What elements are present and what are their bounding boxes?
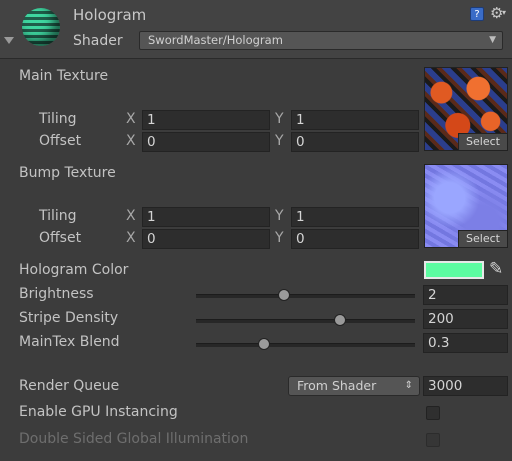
main-offset-y-label: Y	[275, 133, 284, 149]
brightness-label: Brightness	[19, 286, 94, 302]
shader-dropdown-value: SwordMaster/Hologram	[148, 33, 283, 47]
bump-tiling-label: Tiling	[39, 208, 77, 224]
render-queue-dropdown[interactable]: From Shader ⇕	[288, 376, 420, 396]
double-sided-gi-label: Double Sided Global Illumination	[19, 431, 249, 447]
main-tiling-y-label: Y	[275, 111, 284, 127]
bump-texture-label: Bump Texture	[19, 165, 116, 181]
main-texture-slot[interactable]: Select	[424, 67, 508, 151]
main-tiling-x-label: X	[126, 111, 136, 127]
main-tiling-label: Tiling	[39, 111, 77, 127]
bump-tiling-x-label: X	[126, 208, 136, 224]
bump-offset-x-label: X	[126, 230, 136, 246]
main-texture-label: Main Texture	[19, 68, 109, 84]
main-offset-x-field[interactable]: 0	[142, 132, 270, 152]
brightness-slider-track[interactable]	[196, 294, 415, 298]
eyedropper-icon[interactable]: ✎	[489, 259, 503, 279]
maintex-blend-slider-track[interactable]	[196, 343, 415, 347]
render-queue-field[interactable]: 3000	[423, 376, 508, 396]
shader-dropdown[interactable]: SwordMaster/Hologram ▼	[139, 31, 503, 50]
bump-tiling-y-field[interactable]: 1	[291, 207, 419, 227]
main-offset-x-label: X	[126, 133, 136, 149]
maintex-blend-field[interactable]: 0.3	[423, 333, 508, 353]
bump-tiling-x-field[interactable]: 1	[142, 207, 270, 227]
render-queue-mode: From Shader	[297, 378, 377, 393]
bump-offset-y-field[interactable]: 0	[291, 229, 419, 249]
main-texture-select-button[interactable]: Select	[458, 133, 507, 150]
maintex-blend-slider-thumb[interactable]	[258, 338, 270, 350]
main-tiling-y-field[interactable]: 1	[291, 110, 419, 130]
updown-arrow-icon: ⇕	[404, 380, 413, 391]
render-queue-label: Render Queue	[19, 378, 120, 394]
hologram-color-swatch[interactable]	[424, 261, 484, 279]
bump-offset-label: Offset	[39, 230, 82, 246]
bump-offset-y-label: Y	[275, 230, 284, 246]
hologram-color-label: Hologram Color	[19, 262, 129, 278]
foldout-arrow-icon[interactable]	[4, 37, 14, 44]
double-sided-gi-checkbox	[426, 433, 440, 447]
main-offset-label: Offset	[39, 133, 82, 149]
stripe-density-field[interactable]: 200	[423, 309, 508, 329]
brightness-slider-thumb[interactable]	[278, 289, 290, 301]
material-title: Hologram	[73, 6, 147, 24]
bump-tiling-y-label: Y	[275, 208, 284, 224]
maintex-blend-label: MainTex Blend	[19, 334, 120, 350]
stripe-density-slider-thumb[interactable]	[334, 314, 346, 326]
brightness-field[interactable]: 2	[423, 285, 508, 305]
bump-texture-slot[interactable]: Select	[424, 164, 508, 248]
shader-label: Shader	[73, 33, 123, 49]
gpu-instancing-label: Enable GPU Instancing	[19, 404, 178, 420]
material-preview-sphere	[22, 8, 60, 46]
dropdown-arrow-icon: ▼	[489, 35, 496, 45]
stripe-density-slider-track[interactable]	[196, 319, 415, 323]
bump-texture-select-button[interactable]: Select	[458, 230, 507, 247]
gpu-instancing-checkbox[interactable]	[426, 406, 440, 420]
main-tiling-x-field[interactable]: 1	[142, 110, 270, 130]
main-offset-y-field[interactable]: 0	[291, 132, 419, 152]
gear-dropdown-caret-icon[interactable]: ▾	[502, 8, 506, 17]
stripe-density-label: Stripe Density	[19, 310, 119, 326]
help-book-icon[interactable]: ?	[470, 7, 484, 21]
bump-offset-x-field[interactable]: 0	[142, 229, 270, 249]
